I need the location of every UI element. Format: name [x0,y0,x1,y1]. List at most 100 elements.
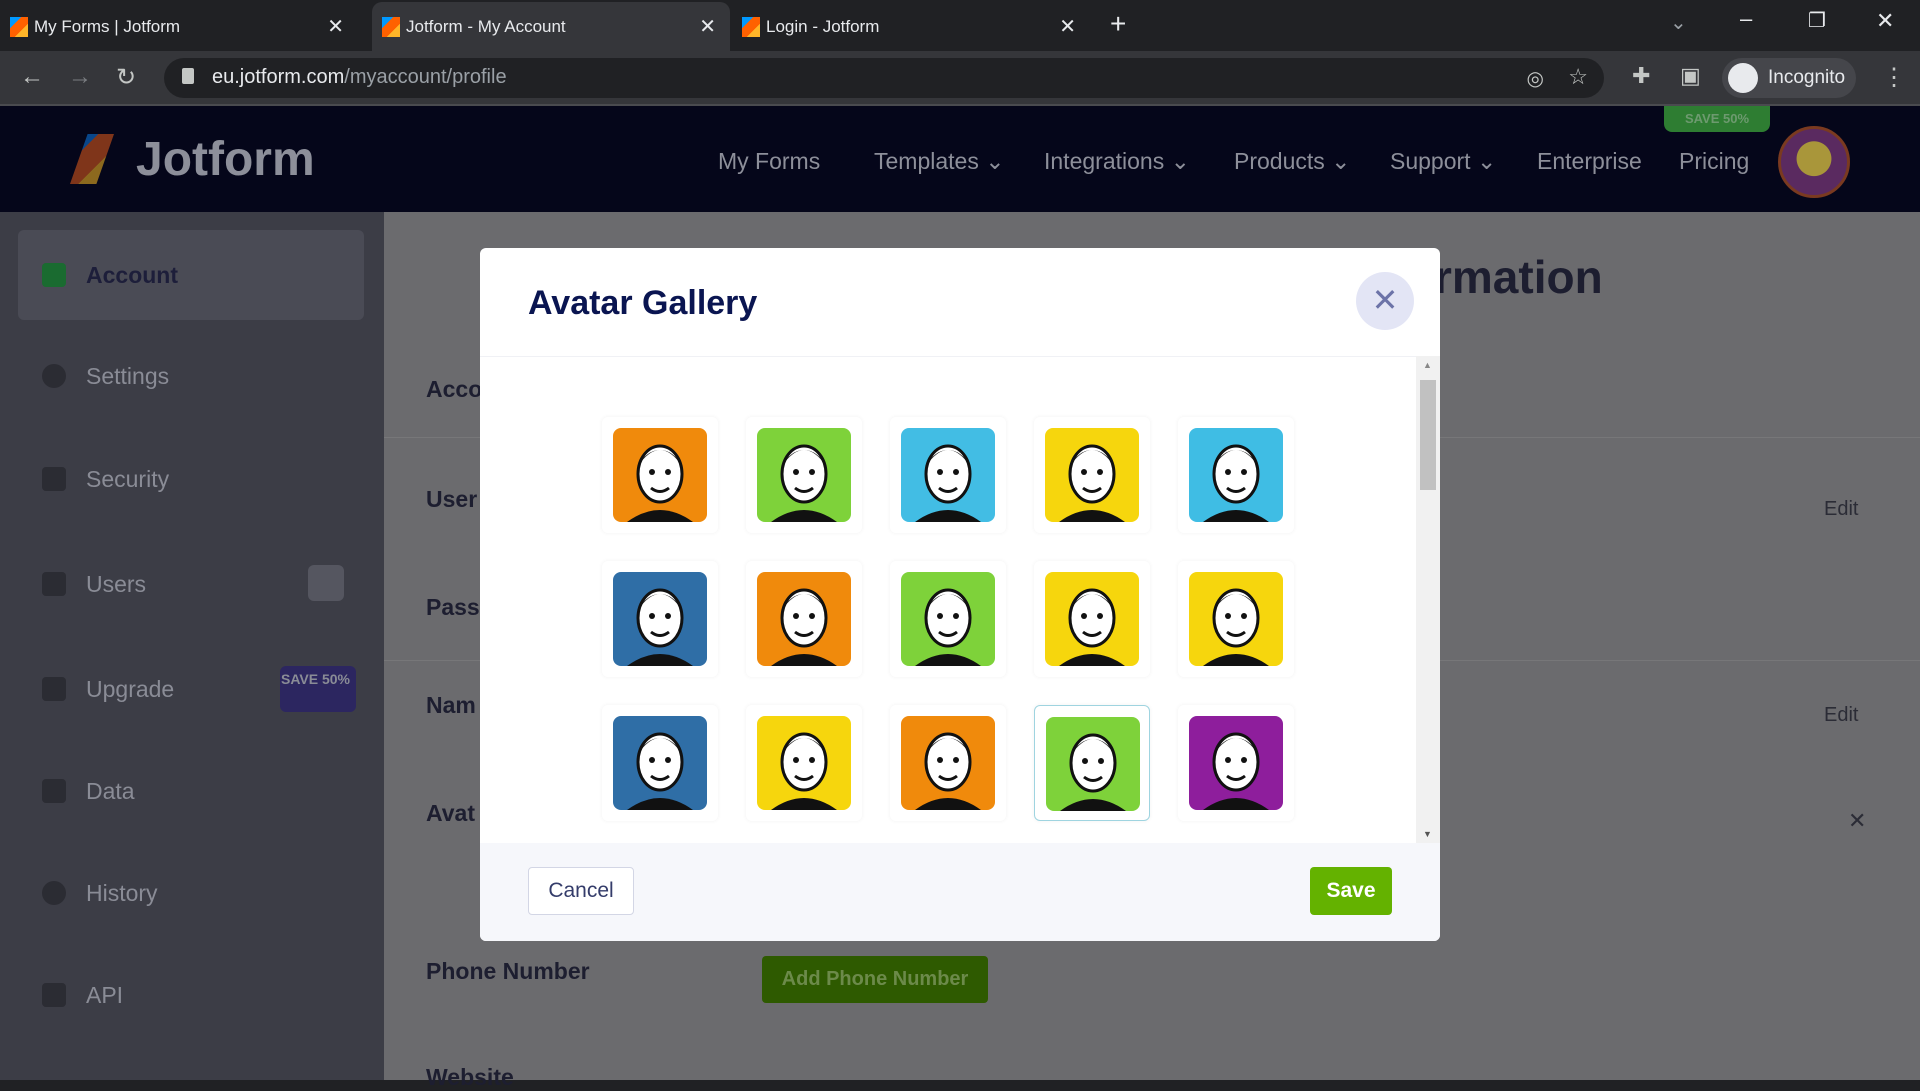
cancel-button[interactable]: Cancel [528,867,634,915]
scrollbar[interactable]: ▲ ▼ [1416,356,1440,843]
new-tab-button[interactable]: + [1110,8,1126,40]
avatar-option[interactable] [602,705,718,821]
forward-icon[interactable]: → [68,63,92,91]
avatar-option[interactable] [746,417,862,533]
sidebar-item-upgrade[interactable]: Upgrade SAVE 50% [18,644,364,734]
jotform-favicon-icon [382,17,400,37]
avatar-option[interactable] [602,561,718,677]
avatar-option[interactable] [746,705,862,821]
save-badge[interactable]: SAVE 50% [1664,106,1770,132]
reload-icon[interactable]: ↻ [116,63,136,92]
sidebar-item-settings[interactable]: Settings [18,331,364,421]
edit-name-link[interactable]: Edit [1824,704,1858,727]
field-label: Pass [426,594,480,620]
user-avatar[interactable] [1778,126,1850,198]
close-modal-button[interactable]: ✕ [1356,272,1414,330]
close-tab-icon[interactable]: ✕ [699,14,716,39]
nav-templates[interactable]: Templates ⌄ [874,148,1005,175]
avatar-option[interactable] [890,561,1006,677]
avatar-option[interactable] [1034,705,1150,821]
browser-tab-bar: My Forms | Jotform ✕ Jotform - My Account… [0,0,1920,51]
logo-text[interactable]: Jotform [136,132,315,187]
url-input[interactable]: eu.jotform.com/myaccount/profile ◎ ☆ [164,58,1604,98]
page-title: rmation [1434,251,1603,303]
restore-icon[interactable]: ❐ [1808,8,1826,33]
avatar-option[interactable] [1178,561,1294,677]
avatar-option[interactable] [602,417,718,533]
user-icon [42,263,66,287]
browser-menu-icon[interactable]: ⋮ [1882,63,1906,92]
sidebar-item-history[interactable]: History [18,848,364,938]
sidebar-item-label: Settings [86,362,170,389]
nav-label: Support [1390,148,1471,174]
tab-search-icon[interactable]: ⌄ [1670,10,1687,35]
nav-pricing[interactable]: Pricing [1679,148,1749,175]
sidebar-item-label: Account [86,261,178,288]
scroll-up-icon[interactable]: ▲ [1423,360,1432,370]
field-label: Acco [426,376,483,402]
gear-icon [42,364,66,388]
window-close-icon[interactable]: ✕ [1876,8,1894,34]
edit-username-link[interactable]: Edit [1824,498,1858,521]
sidebar-item-label: Security [86,465,170,492]
avatar-option[interactable] [746,561,862,677]
avatar-grid [480,356,1416,843]
browser-tab[interactable]: Login - Jotform ✕ [732,2,1090,51]
bookmark-star-icon[interactable]: ☆ [1568,64,1588,90]
sidebar-item-label: Users [86,570,147,597]
minimize-icon[interactable]: – [1740,6,1752,32]
avatar-face-icon [757,428,851,522]
close-tab-icon[interactable]: ✕ [327,14,344,39]
field-label: Nam [426,692,476,718]
browser-tab-active[interactable]: Jotform - My Account ✕ [372,2,730,51]
sidebar-item-label: Data [86,777,135,804]
remove-avatar-icon[interactable]: ✕ [1848,808,1866,834]
sidebar-item-security[interactable]: Security [18,434,364,524]
sidebar-item-users[interactable]: Users [18,539,364,629]
sidebar-item-account[interactable]: Account [18,230,364,320]
extensions-icon[interactable]: ✚ [1632,63,1650,89]
nav-support[interactable]: Support ⌄ [1390,148,1496,175]
add-phone-number-button[interactable]: Add Phone Number [762,956,988,1003]
tracking-protection-icon[interactable]: ◎ [1527,66,1544,91]
incognito-profile-button[interactable]: Incognito [1722,58,1856,98]
nav-enterprise[interactable]: Enterprise [1537,148,1642,175]
avatar-option[interactable] [1034,417,1150,533]
avatar-face-icon [901,572,995,666]
field-label: User [426,486,478,512]
nav-integrations[interactable]: Integrations ⌄ [1044,148,1190,175]
sidebar-item-label: API [86,981,124,1008]
website-label: Website [426,1064,514,1090]
side-panel-icon[interactable]: ▣ [1680,63,1701,89]
avatar-option[interactable] [1178,705,1294,821]
avatar-option[interactable] [890,417,1006,533]
nav-label: Integrations [1044,148,1165,174]
phone-number-label: Phone Number [426,958,590,984]
modal-title: Avatar Gallery [528,284,758,322]
site-header: Jotform My Forms Templates ⌄ Integration… [0,106,1920,212]
avatar-face-icon [1189,716,1283,810]
modal-footer: Cancel Save [480,843,1440,941]
scrollbar-thumb[interactable] [1420,380,1436,490]
avatar-option[interactable] [890,705,1006,821]
back-icon[interactable]: ← [20,63,44,91]
jotform-logo-icon [70,134,114,184]
avatar-face-icon [757,572,851,666]
scroll-down-icon[interactable]: ▼ [1423,829,1432,839]
avatar-face-icon [613,428,707,522]
avatar-option[interactable] [1178,417,1294,533]
avatar-face-icon [901,428,995,522]
avatar-option[interactable] [1034,561,1150,677]
sidebar-item-api[interactable]: API [18,950,364,1040]
nav-my-forms[interactable]: My Forms [718,148,820,175]
save-button[interactable]: Save [1310,867,1392,915]
url-path: /myaccount/profile [344,66,507,88]
url-host: eu.jotform.com [212,66,345,88]
nav-products[interactable]: Products ⌄ [1234,148,1350,175]
sidebar-item-data[interactable]: Data [18,746,364,836]
field-label: Avat [426,800,475,826]
lock-icon [182,68,194,84]
browser-tab[interactable]: My Forms | Jotform ✕ [0,2,358,51]
close-tab-icon[interactable]: ✕ [1059,14,1076,39]
address-bar-row: ← → ↻ eu.jotform.com/myaccount/profile ◎… [0,51,1920,106]
